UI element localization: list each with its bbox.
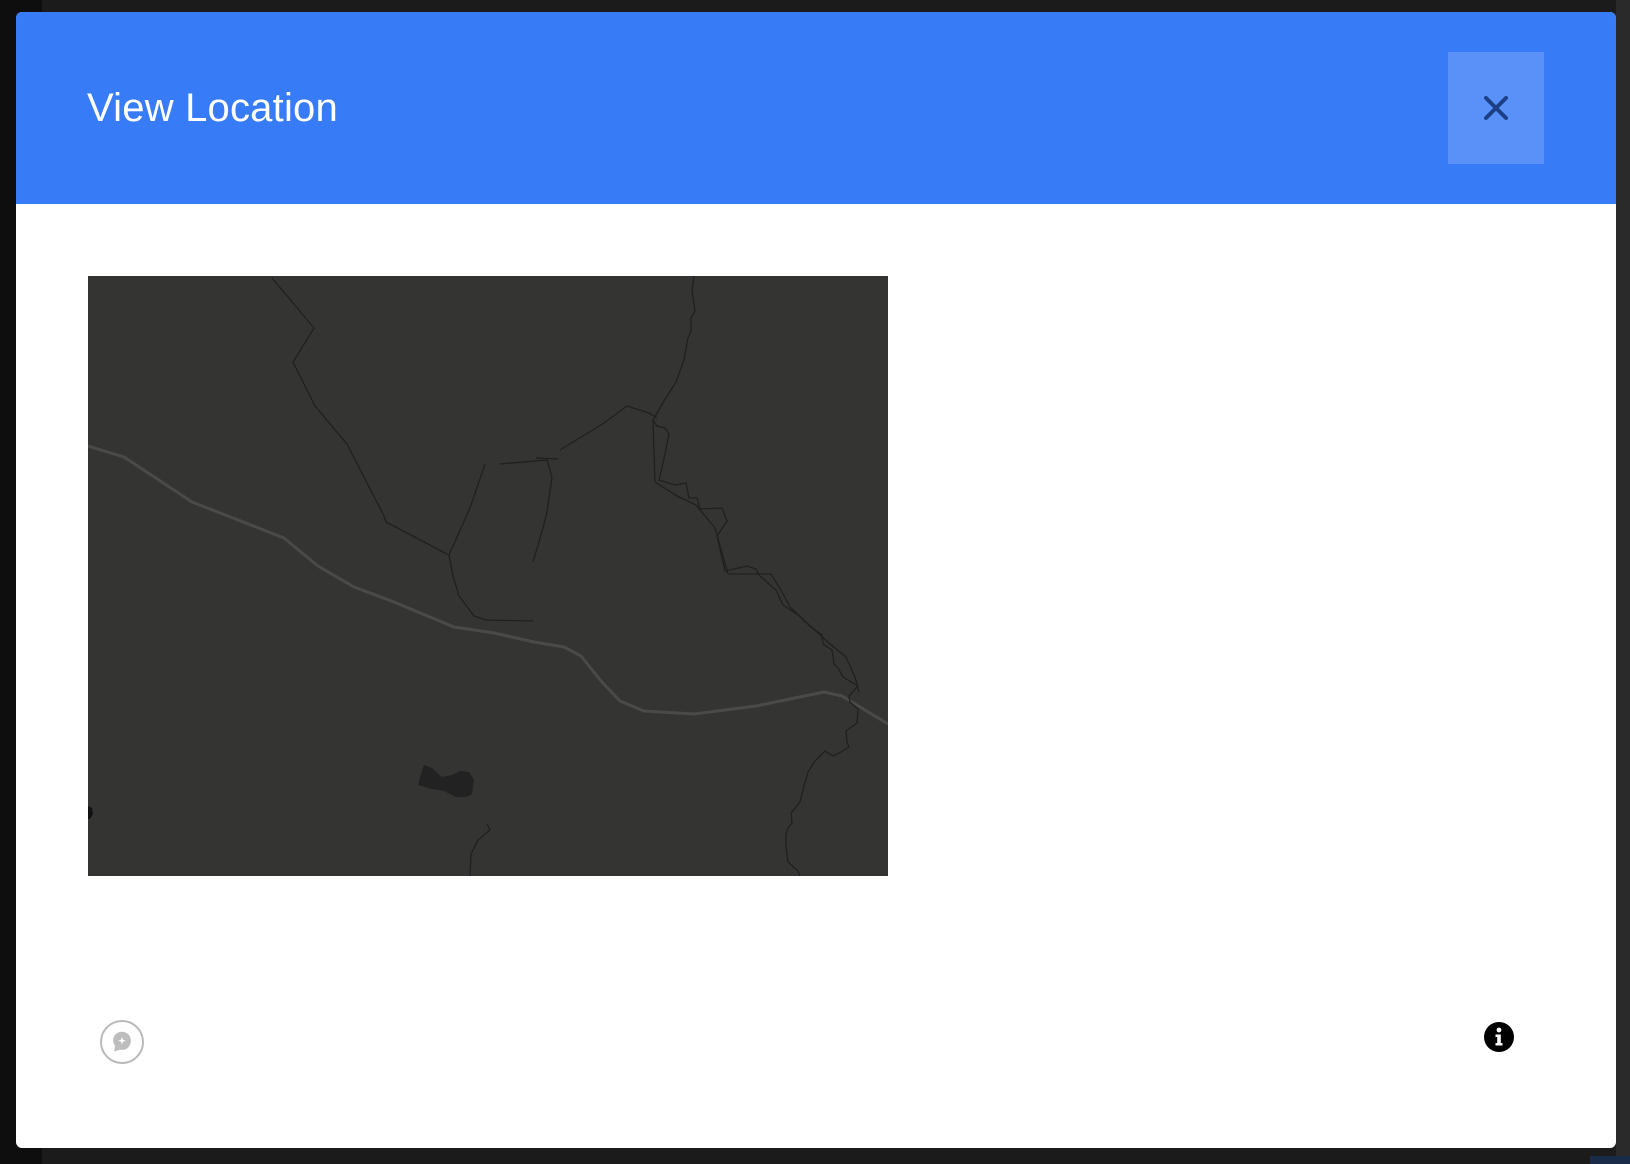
dialog-title: View Location xyxy=(87,86,338,130)
location-action-button[interactable] xyxy=(100,1020,144,1064)
close-button[interactable] xyxy=(1448,52,1544,164)
info-button[interactable] xyxy=(1482,1020,1516,1054)
map-view[interactable] xyxy=(88,276,888,876)
location-pin-plus-icon xyxy=(113,1031,131,1052)
backdrop-right-edge xyxy=(1616,0,1630,1164)
map-canvas[interactable] xyxy=(88,276,888,876)
backdrop-corner-accent xyxy=(1590,1156,1630,1164)
close-icon xyxy=(1484,96,1508,120)
dialog-header: View Location xyxy=(16,12,1616,204)
info-icon xyxy=(1484,1022,1514,1052)
view-location-dialog: View Location xyxy=(16,12,1616,1148)
